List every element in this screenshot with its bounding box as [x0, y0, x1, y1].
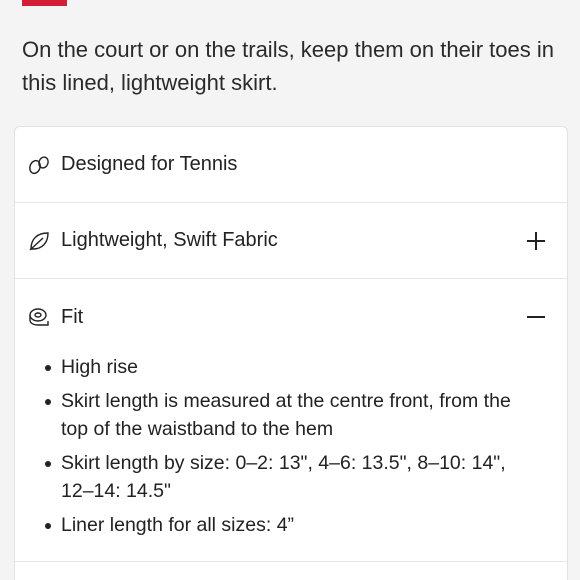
fit-details-list: High rise Skirt length is measured at th…: [15, 353, 567, 539]
accordion-item-label: Lightweight, Swift Fabric: [61, 229, 278, 251]
accordion-item-label: Fit: [61, 305, 84, 328]
accordion-item-fit[interactable]: Fit: [15, 279, 567, 355]
tennis-balls-icon: [25, 151, 53, 179]
list-item: Liner length for all sizes: 4”: [45, 511, 543, 539]
accordion-item-designed-for-tennis[interactable]: Designed for Tennis: [15, 127, 567, 203]
tape-measure-icon: [25, 303, 53, 331]
list-item: Skirt length by size: 0–2: 13", 4–6: 13.…: [45, 449, 543, 505]
expand-icon[interactable]: [523, 228, 549, 254]
product-details-page: On the court or on the trails, keep them…: [0, 0, 580, 580]
divider: [15, 561, 567, 562]
product-description: On the court or on the trails, keep them…: [22, 37, 554, 95]
leaf-icon: [25, 227, 53, 255]
accordion-item-lightweight-fabric[interactable]: Lightweight, Swift Fabric: [15, 203, 567, 279]
feature-accordion: Designed for Tennis Lightweight, Swift F…: [14, 126, 568, 580]
accent-bar: [22, 0, 67, 6]
collapse-icon[interactable]: [523, 304, 549, 330]
list-item: Skirt length is measured at the centre f…: [45, 387, 543, 443]
list-item: High rise: [45, 353, 543, 381]
accordion-item-label: Designed for Tennis: [61, 153, 238, 175]
